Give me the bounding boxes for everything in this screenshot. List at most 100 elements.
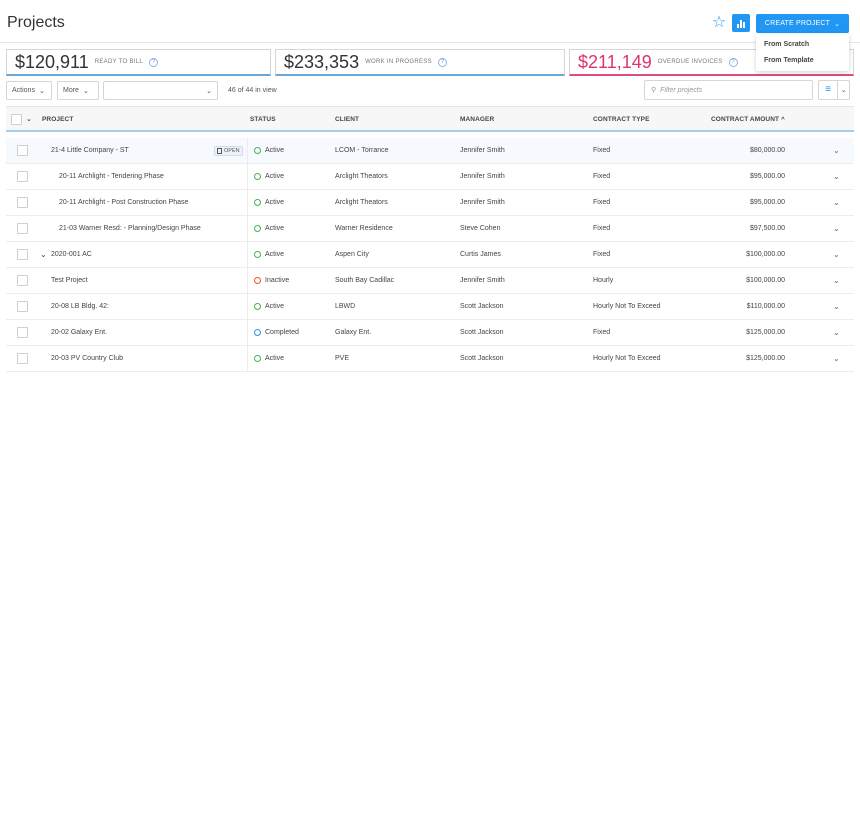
status-text: Active xyxy=(265,199,285,206)
open-badge[interactable]: OPEN xyxy=(214,146,243,156)
row-checkbox[interactable] xyxy=(17,327,28,338)
create-project-button[interactable]: CREATE PROJECT ⌄ xyxy=(756,14,849,33)
chevron-down-icon[interactable]: ⌄ xyxy=(833,250,840,259)
summary-card-work-in-progress[interactable]: $233,353 WORK IN PROGRESS ? xyxy=(275,49,565,76)
contract-type: Hourly Not To Exceed xyxy=(593,303,661,310)
summary-amount: $211,149 xyxy=(578,51,652,72)
status-text: Active xyxy=(265,173,285,180)
summary-amount: $233,353 xyxy=(284,51,360,72)
status-dot-icon xyxy=(254,303,261,310)
chevron-down-icon[interactable]: ⌄ xyxy=(40,250,47,259)
project-name[interactable]: 20-02 Galaxy Ent. xyxy=(51,329,107,336)
project-name[interactable]: 2020-001 AC xyxy=(51,251,92,258)
chevron-down-icon[interactable]: ⌄ xyxy=(833,146,840,155)
chevron-down-icon[interactable]: ⌄ xyxy=(833,328,840,337)
help-icon[interactable]: ? xyxy=(437,57,447,67)
help-icon[interactable]: ? xyxy=(149,57,159,67)
row-checkbox[interactable] xyxy=(17,223,28,234)
table-row[interactable]: 20-03 PV Country Club Active PVE Scott J… xyxy=(6,346,854,372)
chevron-down-icon[interactable]: ⌄ xyxy=(833,302,840,311)
summary-card-ready-to-bill[interactable]: $120,911 READY TO BILL ? xyxy=(6,49,271,76)
contract-type: Fixed xyxy=(593,251,611,258)
summary-label: READY TO BILL xyxy=(94,59,144,65)
project-name[interactable]: 20-08 LB Bldg. 42: xyxy=(51,303,109,310)
row-checkbox[interactable] xyxy=(17,353,28,364)
status-text: Inactive xyxy=(265,277,290,284)
view-select[interactable]: ⌄ xyxy=(103,81,218,100)
page-title: Projects xyxy=(7,14,65,31)
contract-amount: $97,500.00 xyxy=(749,225,785,232)
table-row[interactable]: 20-11 Archlight - Tendering Phase Active… xyxy=(6,164,854,190)
filter-button[interactable]: ≡ ⌄ xyxy=(818,80,850,100)
client-name: Warner Residence xyxy=(335,225,393,232)
col-manager[interactable]: MANAGER xyxy=(460,116,494,123)
chevron-down-icon[interactable]: ⌄ xyxy=(833,354,840,363)
contract-amount: $100,000.00 xyxy=(746,251,785,258)
bar-chart-icon[interactable] xyxy=(732,14,750,32)
chevron-down-icon[interactable]: ⌄ xyxy=(833,224,840,233)
chevron-down-icon[interactable]: ⌄ xyxy=(833,276,840,285)
project-name[interactable]: 21-03 Warner Resd: - Planning/Design Pha… xyxy=(59,225,201,232)
summary-label: OVERDUE INVOICES xyxy=(657,59,723,65)
manager-name: Jennifer Smith xyxy=(460,199,505,206)
project-name[interactable]: Test Project xyxy=(51,277,88,284)
chevron-down-icon: ⌄ xyxy=(38,87,45,95)
row-checkbox[interactable] xyxy=(17,275,28,286)
status-text: Completed xyxy=(265,329,299,336)
row-checkbox[interactable] xyxy=(17,249,28,260)
menu-item-from-scratch[interactable]: From Scratch xyxy=(756,37,849,53)
client-name: Galaxy Ent. xyxy=(335,329,372,336)
contract-type: Hourly Not To Exceed xyxy=(593,355,661,362)
project-name[interactable]: 20-11 Archlight - Tendering Phase xyxy=(59,173,164,180)
row-checkbox[interactable] xyxy=(17,197,28,208)
row-checkbox[interactable] xyxy=(17,171,28,182)
row-checkbox[interactable] xyxy=(17,145,28,156)
create-project-menu: From Scratch From Template xyxy=(756,34,849,71)
contract-type: Fixed xyxy=(593,199,611,206)
col-status[interactable]: STATUS xyxy=(250,116,276,123)
project-name[interactable]: 20-03 PV Country Club xyxy=(51,355,123,362)
status-dot-icon xyxy=(254,277,261,284)
select-all-checkbox[interactable] xyxy=(11,114,22,125)
project-name[interactable]: 21-4 Little Company - ST xyxy=(51,147,129,154)
in-view-count: 46 of 44 in view xyxy=(228,87,277,94)
status-dot-icon xyxy=(254,147,261,154)
table-row[interactable]: 20-11 Archlight - Post Construction Phas… xyxy=(6,190,854,216)
col-contract-type[interactable]: CONTRACT TYPE xyxy=(593,116,650,123)
actions-dropdown[interactable]: Actions ⌄ xyxy=(6,81,52,100)
chevron-down-icon: ⌄ xyxy=(206,87,212,95)
star-icon[interactable]: ☆ xyxy=(711,15,727,31)
project-name[interactable]: 20-11 Archlight - Post Construction Phas… xyxy=(59,199,188,206)
col-client[interactable]: CLIENT xyxy=(335,116,359,123)
chevron-down-icon[interactable]: ⌄ xyxy=(833,198,840,207)
table-row[interactable]: 20-02 Galaxy Ent. Completed Galaxy Ent. … xyxy=(6,320,854,346)
summary-amount: $120,911 xyxy=(15,51,89,72)
filter-projects-input[interactable]: ⚲ Filter projects xyxy=(644,80,813,100)
manager-name: Curtis James xyxy=(460,251,501,258)
contract-type: Hourly xyxy=(593,277,614,284)
table-row[interactable]: ⌄ 2020-001 AC Active Aspen City Curtis J… xyxy=(6,242,854,268)
chevron-down-icon[interactable]: ⌄ xyxy=(833,172,840,181)
table-row[interactable]: 21-03 Warner Resd: - Planning/Design Pha… xyxy=(6,216,854,242)
row-checkbox[interactable] xyxy=(17,301,28,312)
manager-name: Jennifer Smith xyxy=(460,147,505,154)
col-contract-amount[interactable]: CONTRACT AMOUNT ^ xyxy=(711,116,785,123)
col-project[interactable]: PROJECT xyxy=(42,116,73,123)
more-dropdown[interactable]: More ⌄ xyxy=(57,81,99,100)
table-row[interactable]: Test Project Inactive South Bay Cadillac… xyxy=(6,268,854,294)
help-icon[interactable]: ? xyxy=(728,57,738,67)
table-row[interactable]: 20-08 LB Bldg. 42: Active LBWD Scott Jac… xyxy=(6,294,854,320)
search-icon: ⚲ xyxy=(651,87,657,94)
status-text: Active xyxy=(265,355,285,362)
client-name: Arclight Theators xyxy=(335,199,388,206)
table-row[interactable]: 21-4 Little Company - ST OPEN Active LCO… xyxy=(6,138,854,164)
client-name: PVE xyxy=(335,355,350,362)
menu-item-from-template[interactable]: From Template xyxy=(756,53,849,69)
manager-name: Scott Jackson xyxy=(460,329,504,336)
contract-type: Fixed xyxy=(593,329,611,336)
chevron-down-icon[interactable]: ⌄ xyxy=(26,115,32,123)
status-dot-icon xyxy=(254,173,261,180)
document-icon xyxy=(217,148,222,154)
filter-placeholder: Filter projects xyxy=(660,86,703,94)
actions-label: Actions xyxy=(12,87,35,94)
